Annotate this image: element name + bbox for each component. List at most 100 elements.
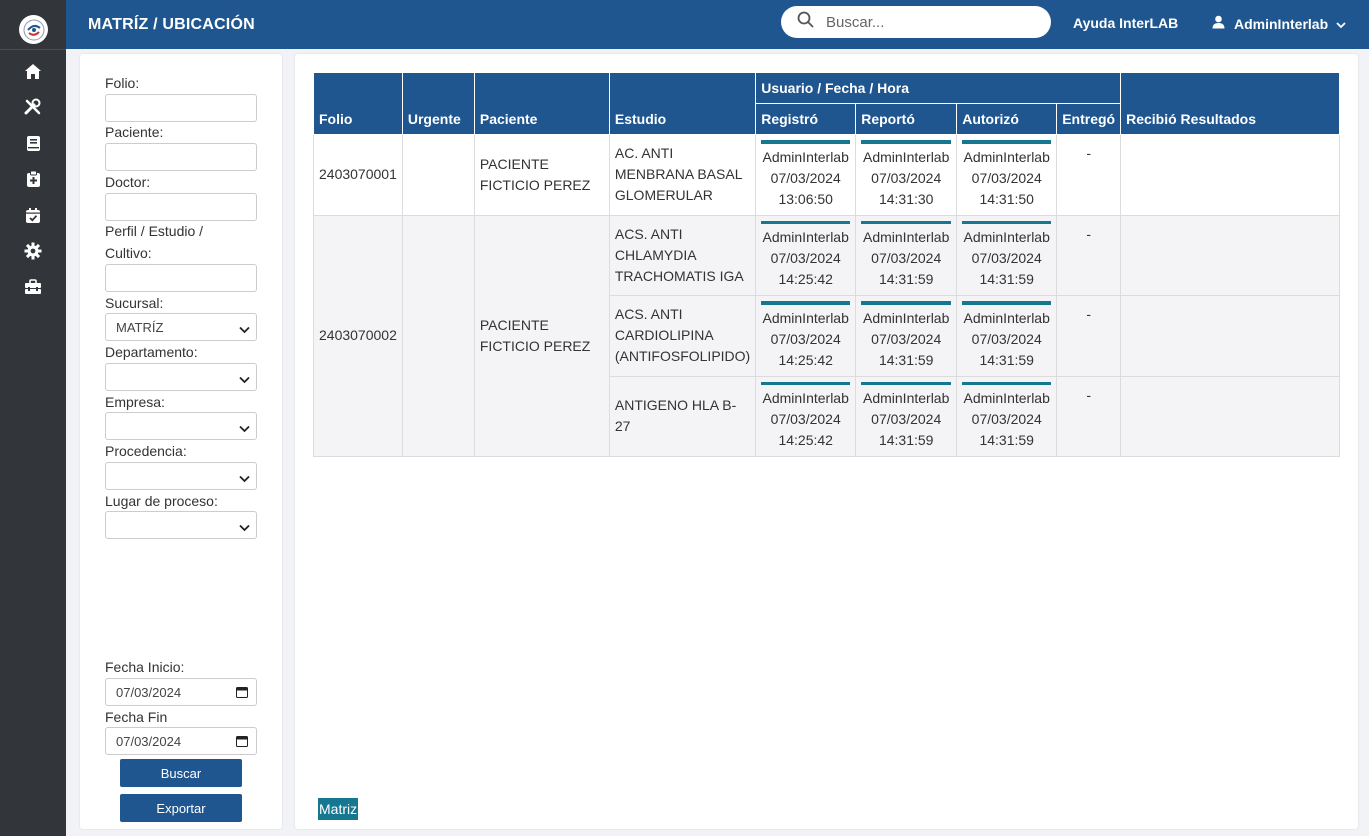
calendar-icon[interactable] — [236, 735, 248, 750]
registro-cell: AdminInterlab 07/03/2024 14:25:42 — [755, 375, 857, 457]
search-input[interactable] — [826, 13, 1026, 31]
header-reporto: Reportó — [855, 103, 958, 135]
empresa-select[interactable] — [105, 412, 257, 440]
registro-cell: AdminInterlab 07/03/2024 13:06:50 — [755, 134, 857, 216]
filter-panel: Folio: Paciente: Doctor: Perfil / Estudi… — [80, 54, 282, 829]
registro-time: 14:25:42 — [778, 271, 833, 287]
entrego-cell: - — [1056, 295, 1122, 377]
paciente-cell: PACIENTE FICTICIO PEREZ — [473, 214, 610, 457]
registro-user: AdminInterlab — [762, 309, 849, 326]
folio-label: Folio: — [105, 75, 140, 91]
chevron-down-icon — [1336, 16, 1346, 32]
reporto-user: AdminInterlab — [863, 309, 950, 326]
status-bar — [761, 381, 851, 385]
rail-divider — [0, 49, 66, 50]
autorizo-date: 07/03/2024 — [971, 169, 1042, 186]
reporto-user: AdminInterlab — [863, 229, 950, 245]
autorizo-date: 07/03/2024 — [971, 411, 1042, 427]
tools-icon[interactable] — [22, 96, 44, 118]
app-logo-icon[interactable] — [19, 15, 48, 44]
departamento-select[interactable] — [105, 363, 257, 391]
entrego-cell: - — [1056, 134, 1122, 216]
calendar-check-icon[interactable] — [22, 204, 44, 226]
autorizo-user: AdminInterlab — [963, 229, 1050, 245]
reporto-date: 07/03/2024 — [871, 330, 942, 347]
header-entrego: Entregó — [1056, 103, 1122, 135]
paciente-label: Paciente: — [105, 124, 164, 140]
fecha-inicio-input[interactable]: 07/03/2024 — [105, 678, 257, 706]
status-bar — [962, 220, 1052, 224]
paciente-input[interactable] — [105, 143, 257, 171]
home-icon[interactable] — [22, 60, 44, 82]
top-navbar: MATRÍZ / UBICACIÓN Ayuda InterLAB AdminI… — [66, 0, 1369, 49]
sucursal-select[interactable]: MATRÍZ — [105, 313, 257, 341]
registro-user: AdminInterlab — [762, 229, 849, 245]
registro-user: AdminInterlab — [762, 390, 849, 406]
reporto-user: AdminInterlab — [863, 390, 950, 406]
status-bar — [861, 140, 952, 144]
table-row[interactable]: 2403070002 PACIENTE FICTICIO PEREZ ACS. … — [313, 214, 1340, 457]
fecha-fin-value: 07/03/2024 — [116, 733, 182, 749]
results-panel: Folio Urgente Paciente Estudio Usuario /… — [295, 54, 1358, 829]
search-box[interactable] — [781, 6, 1051, 38]
exportar-button[interactable]: Exportar — [120, 794, 242, 822]
perfil-estudio-label: Perfil / Estudio / Cultivo: — [105, 223, 204, 261]
reporto-user: AdminInterlab — [863, 148, 950, 165]
autorizo-time: 14:31:59 — [979, 351, 1034, 368]
autorizo-date: 07/03/2024 — [971, 330, 1042, 347]
matriz-tab[interactable]: Matriz — [318, 798, 359, 820]
chevron-down-icon — [239, 421, 250, 436]
table-row[interactable]: 2403070001 PACIENTE FICTICIO PEREZ AC. A… — [313, 134, 1340, 216]
estudio-cell: AC. ANTI MENBRANA BASAL GLOMERULAR — [608, 134, 757, 216]
fecha-fin-input[interactable]: 07/03/2024 — [105, 727, 257, 755]
user-menu[interactable]: AdminInterlab — [1212, 15, 1346, 32]
autorizo-user: AdminInterlab — [963, 390, 1050, 406]
chevron-down-icon — [239, 520, 250, 535]
calendar-icon[interactable] — [236, 686, 248, 701]
recibio-cell — [1120, 214, 1340, 296]
autorizo-time: 14:31:59 — [979, 432, 1034, 448]
autorizo-user: AdminInterlab — [963, 309, 1050, 326]
status-bar — [761, 301, 851, 305]
autorizo-time: 14:31:59 — [979, 271, 1034, 287]
procedencia-select[interactable] — [105, 462, 257, 490]
clipboard-medical-icon[interactable] — [22, 168, 44, 190]
estudio-cell: ACS. ANTI CHLAMYDIA TRACHOMATIS IGA — [608, 214, 757, 296]
icon-sidebar — [0, 0, 66, 836]
book-icon[interactable] — [22, 132, 44, 154]
status-bar — [861, 301, 952, 305]
help-link[interactable]: Ayuda InterLAB — [1073, 15, 1178, 31]
reporto-cell: AdminInterlab 07/03/2024 14:31:59 — [855, 295, 958, 377]
autorizo-date: 07/03/2024 — [971, 250, 1042, 266]
perfil-estudio-input[interactable] — [105, 264, 257, 292]
registro-date: 07/03/2024 — [770, 250, 841, 266]
autorizo-cell: AdminInterlab 07/03/2024 14:31:59 — [956, 375, 1058, 457]
header-usuario-fecha-hora: Usuario / Fecha / Hora — [755, 72, 1122, 104]
user-icon — [1212, 15, 1225, 32]
status-bar — [861, 381, 952, 385]
registro-time: 14:25:42 — [778, 351, 833, 368]
buscar-button[interactable]: Buscar — [120, 759, 242, 787]
lugar-proceso-select[interactable] — [105, 511, 257, 539]
folio-input[interactable] — [105, 94, 257, 122]
header-paciente: Paciente — [473, 72, 610, 135]
user-name: AdminInterlab — [1234, 15, 1329, 32]
registro-time: 13:06:50 — [778, 190, 833, 207]
header-recibio: Recibió Resultados — [1120, 72, 1340, 135]
reporto-time: 14:31:30 — [878, 190, 934, 207]
reporto-cell: AdminInterlab 07/03/2024 14:31:30 — [855, 134, 958, 216]
sucursal-value: MATRÍZ — [116, 319, 164, 335]
chevron-down-icon — [239, 471, 250, 486]
chevron-down-icon — [239, 372, 250, 387]
procedencia-label: Procedencia: — [105, 443, 187, 459]
toolbox-icon[interactable] — [22, 276, 44, 298]
autorizo-cell: AdminInterlab 07/03/2024 14:31:50 — [956, 134, 1058, 216]
page-title: MATRÍZ / UBICACIÓN — [88, 16, 255, 33]
fecha-inicio-label: Fecha Inicio: — [105, 659, 185, 675]
autorizo-user: AdminInterlab — [963, 148, 1050, 165]
registro-cell: AdminInterlab 07/03/2024 14:25:42 — [755, 295, 857, 377]
gear-icon[interactable] — [22, 240, 44, 262]
doctor-input[interactable] — [105, 193, 257, 221]
reporto-date: 07/03/2024 — [871, 250, 942, 266]
empresa-label: Empresa: — [105, 394, 165, 410]
